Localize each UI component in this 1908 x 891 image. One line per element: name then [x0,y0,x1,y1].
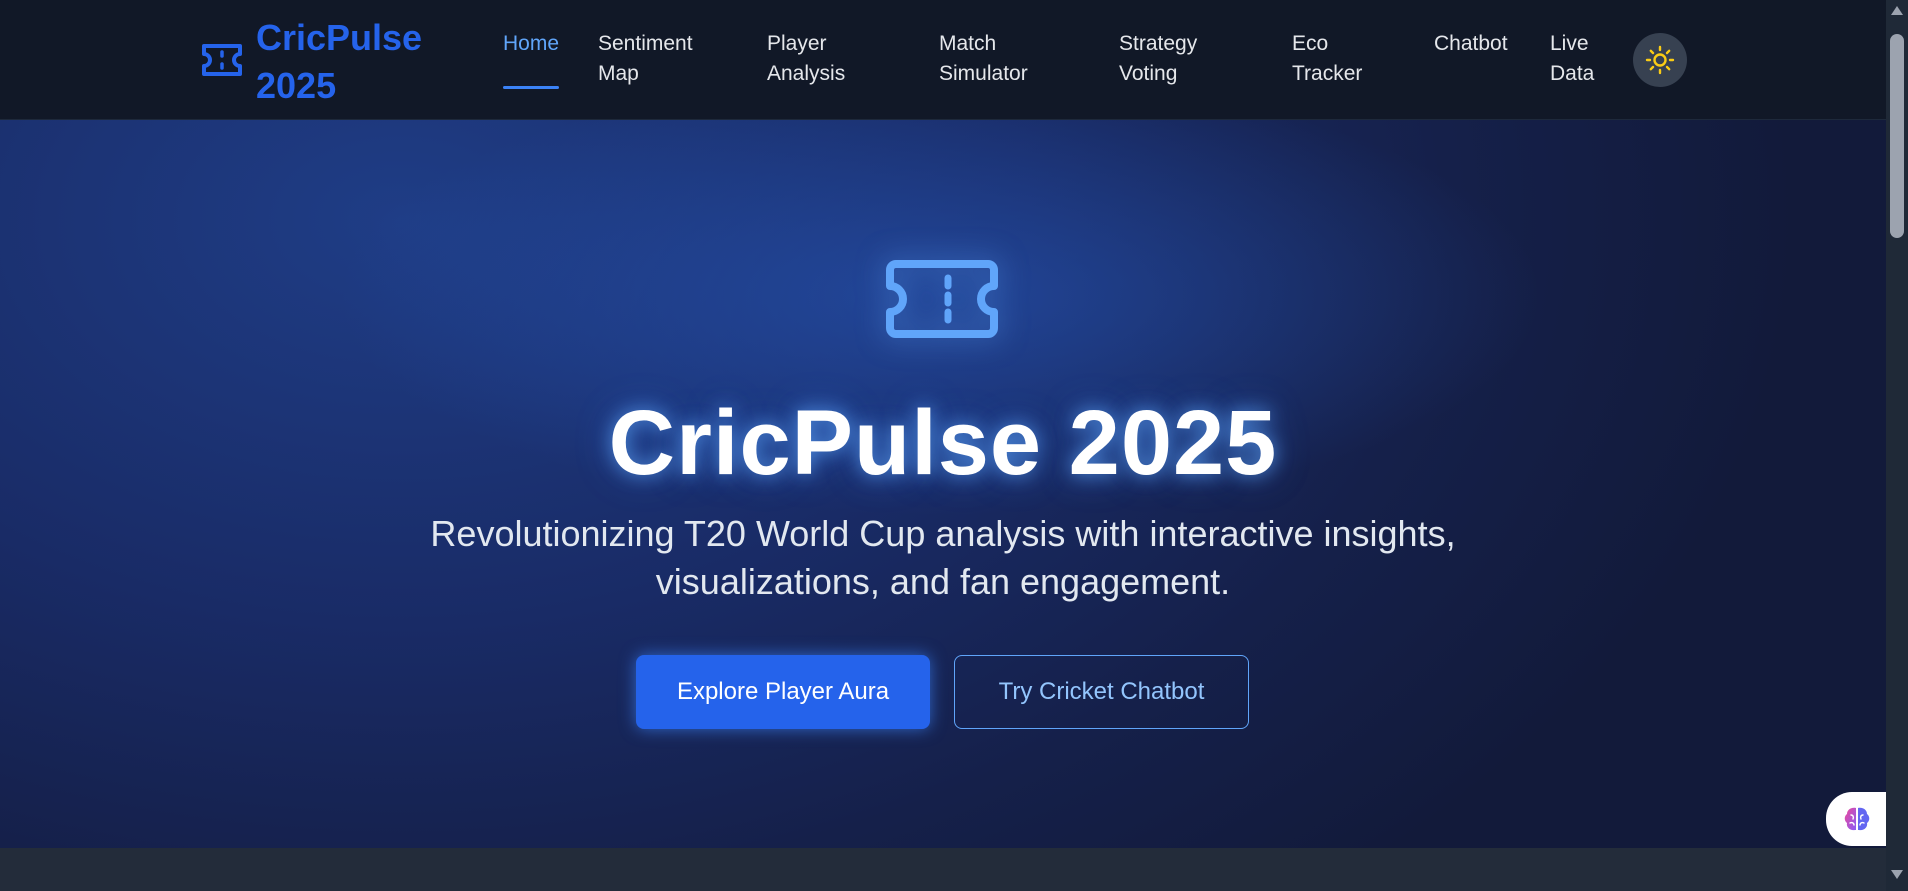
top-navbar: CricPulse 2025 Home Sentiment Map Player… [0,0,1886,120]
nav-home[interactable]: Home [503,29,560,89]
brand-name: CricPulse 2025 [256,17,423,106]
nav-player-analysis-label: Player Analysis [767,32,846,85]
brand-logo[interactable]: CricPulse 2025 [200,14,446,110]
sun-icon [1645,45,1675,75]
viewport: CricPulse 2025 Home Sentiment Map Player… [0,0,1886,891]
theme-toggle-button[interactable] [1633,33,1687,87]
nav-eco-tracker-label: Eco Tracker [1292,32,1363,85]
nav-sentiment-map[interactable]: Sentiment Map [598,29,718,89]
hero-subtitle: Revolutionizing T20 World Cup analysis w… [430,513,1456,602]
hero-title: CricPulse 2025 [608,392,1278,494]
scrollbar-thumb[interactable] [1890,34,1904,238]
nav-live-data[interactable]: Live Data [1550,29,1610,89]
page-scrollbar[interactable] [1886,0,1908,891]
nav-match-simulator-label: Match Simulator [939,32,1028,85]
ticket-icon [886,260,998,338]
brain-icon [1844,807,1870,831]
nav-chatbot[interactable]: Chatbot [1434,29,1508,59]
nav-eco-tracker[interactable]: Eco Tracker [1292,29,1382,89]
active-nav-indicator [503,86,560,89]
nav-strategy-voting[interactable]: Strategy Voting [1119,29,1229,89]
ticket-icon [202,44,242,76]
nav-chatbot-label: Chatbot [1434,32,1508,55]
floating-ai-button[interactable] [1826,792,1886,846]
nav-player-analysis[interactable]: Player Analysis [767,29,877,89]
try-cricket-chatbot-button[interactable]: Try Cricket Chatbot [954,655,1249,729]
scroll-down-arrow-icon[interactable] [1891,870,1903,879]
nav-sentiment-map-label: Sentiment Map [598,32,693,85]
nav-match-simulator[interactable]: Match Simulator [939,29,1059,89]
nav-strategy-voting-label: Strategy Voting [1119,32,1198,85]
hero-section: CricPulse 2025 Revolutionizing T20 World… [0,120,1886,848]
explore-player-aura-button[interactable]: Explore Player Aura [636,655,930,729]
nav-live-data-label: Live Data [1550,32,1595,85]
nav-home-label: Home [503,32,560,55]
scroll-up-arrow-icon[interactable] [1891,6,1903,15]
